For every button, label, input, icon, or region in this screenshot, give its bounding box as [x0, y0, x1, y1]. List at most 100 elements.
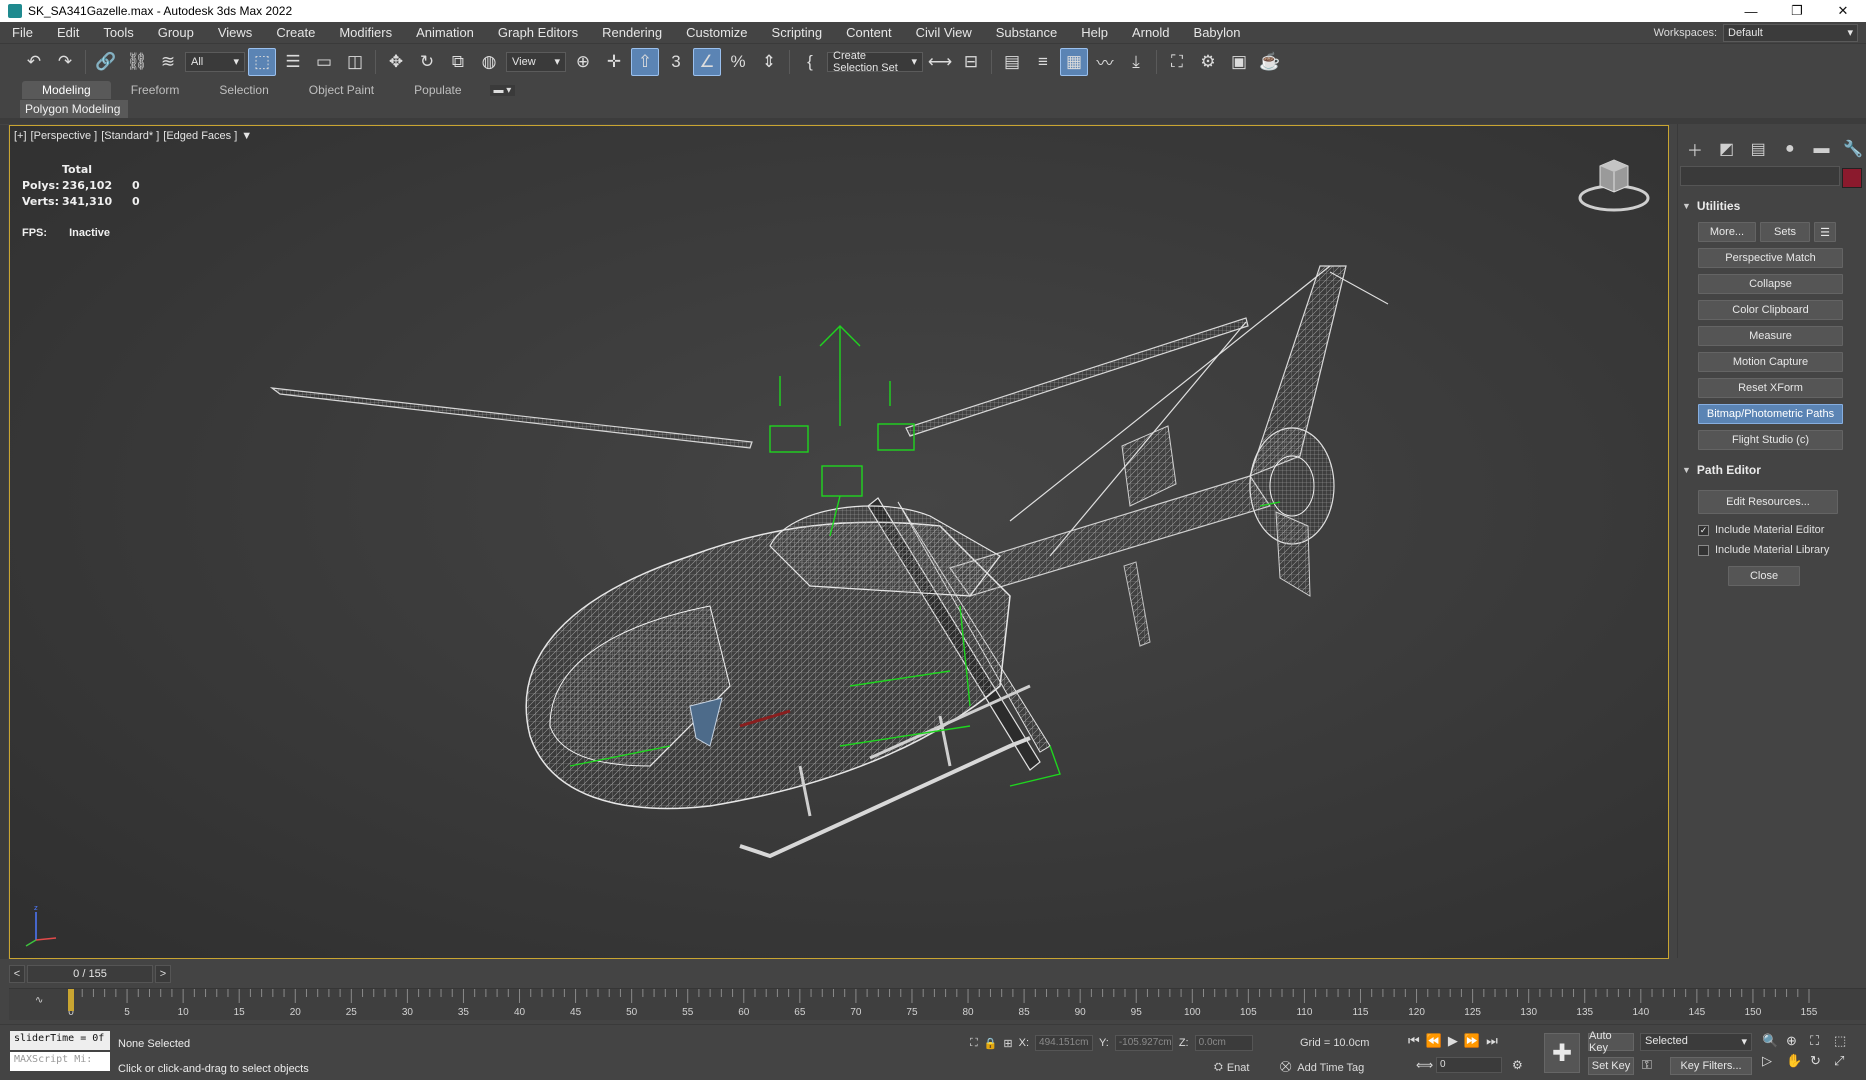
y-coordinate-field[interactable]: -105.927cm	[1114, 1035, 1173, 1051]
select-and-place-icon[interactable]: ◍	[475, 48, 503, 76]
menu-substance[interactable]: Substance	[984, 25, 1069, 40]
render-production-icon[interactable]: ☕	[1256, 48, 1284, 76]
menu-create[interactable]: Create	[264, 25, 327, 40]
hierarchy-tab-icon[interactable]: ▤	[1745, 138, 1771, 160]
material-editor-icon[interactable]: ⛶	[1163, 48, 1191, 76]
menu-file[interactable]: File	[0, 25, 45, 40]
zoom-icon[interactable]: 🔍	[1762, 1033, 1784, 1049]
menu-babylon[interactable]: Babylon	[1182, 25, 1253, 40]
ribbon-options-icon[interactable]: ▬ ▾	[489, 84, 516, 96]
window-crossing-icon[interactable]: ◫	[341, 48, 369, 76]
menu-rendering[interactable]: Rendering	[590, 25, 674, 40]
auto-key-button[interactable]: Auto Key	[1588, 1030, 1634, 1054]
previous-frame-arrow-icon[interactable]: <	[9, 965, 25, 983]
workspace-dropdown[interactable]: Default ▾	[1723, 23, 1858, 42]
orbit-icon[interactable]: ↻	[1810, 1053, 1832, 1069]
scene-explorer-icon[interactable]: ▤	[998, 48, 1026, 76]
menu-animation[interactable]: Animation	[404, 25, 486, 40]
pan-view-icon[interactable]: ✋	[1786, 1053, 1808, 1069]
x-coordinate-field[interactable]: 494.151cm	[1035, 1035, 1094, 1051]
select-object-icon[interactable]: ⬚	[248, 47, 276, 76]
snaps-toggle-icon[interactable]: 3	[662, 48, 690, 76]
flight-studio-button[interactable]: Flight Studio (c)	[1698, 430, 1843, 450]
select-and-rotate-icon[interactable]: ↻	[413, 48, 441, 76]
curve-editor-icon[interactable]: 〰	[1091, 48, 1119, 76]
tab-selection[interactable]: Selection	[199, 81, 288, 99]
link-icon[interactable]: 🔗	[92, 48, 120, 76]
select-and-move-icon[interactable]: ✥	[382, 48, 410, 76]
maximize-viewport-icon[interactable]: ⤢	[1834, 1053, 1856, 1069]
curve-editor-mini-icon[interactable]: ∿	[35, 995, 43, 1006]
adaptive-degradation[interactable]: ⛭ Enat	[1214, 1061, 1249, 1074]
motion-tab-icon[interactable]: ●	[1777, 138, 1803, 160]
maxscript-listener[interactable]: sliderTime = 0f MAXScript Mi:	[10, 1031, 110, 1073]
menu-help[interactable]: Help	[1069, 25, 1120, 40]
go-to-start-icon[interactable]: ⏮	[1408, 1033, 1420, 1049]
menu-arnold[interactable]: Arnold	[1120, 25, 1182, 40]
object-name-field[interactable]	[1680, 166, 1840, 186]
motion-capture-button[interactable]: Motion Capture	[1698, 352, 1843, 372]
utilities-tab-icon[interactable]: 🔧	[1840, 138, 1866, 160]
undo-icon[interactable]: ↶	[20, 48, 48, 76]
menu-content[interactable]: Content	[834, 25, 904, 40]
zoom-extents-icon[interactable]: ⛶	[1810, 1033, 1832, 1049]
pivot-center-icon[interactable]: ⊕	[569, 48, 597, 76]
perspective-viewport[interactable]: [+] [Perspective ] [Standard* ] [Edged F…	[9, 125, 1669, 959]
maximize-button[interactable]: ❐	[1774, 0, 1820, 22]
zoom-all-icon[interactable]: ⊕	[1786, 1033, 1808, 1049]
reference-coordinate-dropdown[interactable]: View ▾	[506, 51, 566, 72]
menu-graph-editors[interactable]: Graph Editors	[486, 25, 590, 40]
key-filters-button[interactable]: Key Filters...	[1670, 1057, 1752, 1075]
current-frame-field[interactable]: 0	[1436, 1057, 1502, 1073]
edit-named-selection-icon[interactable]: {	[796, 48, 824, 76]
maxscript-input[interactable]: MAXScript Mi:	[10, 1052, 110, 1071]
viewport-general-menu[interactable]: [+]	[14, 130, 27, 142]
filter-icon[interactable]: ▼	[241, 130, 252, 142]
percent-snap-icon[interactable]: %	[724, 48, 752, 76]
viewport-label[interactable]: [+] [Perspective ] [Standard* ] [Edged F…	[14, 130, 252, 142]
viewport-shading[interactable]: [Standard* ]	[101, 130, 159, 142]
close-button[interactable]: ✕	[1820, 0, 1866, 22]
tab-object-paint[interactable]: Object Paint	[289, 81, 394, 99]
align-icon[interactable]: ⊟	[957, 48, 985, 76]
bind-space-warp-icon[interactable]: ≋	[154, 48, 182, 76]
mirror-icon[interactable]: ⟷	[926, 48, 954, 76]
perspective-match-button[interactable]: Perspective Match	[1698, 248, 1843, 268]
tab-modeling[interactable]: Modeling	[22, 81, 111, 99]
edit-resources-button[interactable]: Edit Resources...	[1698, 490, 1838, 514]
menu-edit[interactable]: Edit	[45, 25, 91, 40]
utilities-rollout-header[interactable]: ▼ Utilities	[1682, 196, 1862, 216]
menu-tools[interactable]: Tools	[91, 25, 145, 40]
current-frame-marker[interactable]	[68, 989, 74, 1011]
set-key-icon[interactable]: ✚	[1544, 1033, 1580, 1073]
select-by-name-icon[interactable]: ☰	[279, 48, 307, 76]
spinner-snap-icon[interactable]: ⇕	[755, 48, 783, 76]
bitmap-photometric-paths-button[interactable]: Bitmap/Photometric Paths	[1698, 404, 1843, 424]
display-tab-icon[interactable]: ▬	[1809, 138, 1835, 160]
rendered-frame-window-icon[interactable]: ▣	[1225, 48, 1253, 76]
more-button[interactable]: More...	[1698, 222, 1756, 242]
unlink-icon[interactable]: ⛓	[123, 48, 151, 76]
viewport-point-of-view[interactable]: [Perspective ]	[31, 130, 98, 142]
key-mode-toggle-icon[interactable]: ⚿	[1642, 1057, 1652, 1073]
next-frame-icon[interactable]: ⏩	[1464, 1033, 1480, 1049]
isolate-icon[interactable]: ⛶	[970, 1037, 978, 1050]
selection-filter-dropdown[interactable]: All ▾	[185, 51, 245, 72]
include-material-library-checkbox[interactable]	[1698, 544, 1709, 556]
next-frame-arrow-icon[interactable]: >	[155, 965, 171, 983]
time-tag[interactable]: ⛒ Add Time Tag	[1280, 1061, 1364, 1074]
field-of-view-icon[interactable]: ▷	[1762, 1053, 1784, 1069]
menu-scripting[interactable]: Scripting	[760, 25, 835, 40]
maxscript-output[interactable]: sliderTime = 0f	[10, 1031, 110, 1050]
previous-frame-icon[interactable]: ⏪	[1426, 1033, 1442, 1049]
track-bar[interactable]: 0 5 10 15 20 25 30 35 40 45 50 55 60 65 70 75 80 85 90 95 10…	[9, 988, 1866, 1020]
render-setup-icon[interactable]: ⚙	[1194, 48, 1222, 76]
viewport-display-mode[interactable]: [Edged Faces ]	[163, 130, 237, 142]
modify-tab-icon[interactable]: ◩	[1714, 138, 1740, 160]
path-editor-close-button[interactable]: Close	[1728, 566, 1800, 586]
manipulate-icon[interactable]: ✛	[600, 48, 628, 76]
tab-freeform[interactable]: Freeform	[111, 81, 200, 99]
path-editor-rollout-header[interactable]: ▼ Path Editor	[1682, 460, 1862, 480]
menu-modifiers[interactable]: Modifiers	[327, 25, 404, 40]
viewcube-icon[interactable]	[1576, 154, 1652, 214]
